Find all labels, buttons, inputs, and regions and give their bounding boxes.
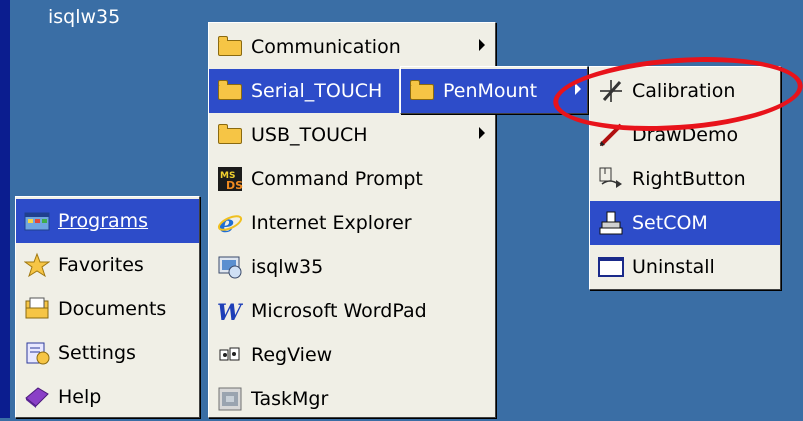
- penmount-item-label: Uninstall: [632, 256, 715, 278]
- programs-item-isqlw35[interactable]: isqlw35: [209, 245, 495, 289]
- folder-icon: [409, 78, 435, 104]
- start-item-programs[interactable]: Programs: [16, 199, 199, 243]
- programs-item-label: Serial_TOUCH: [251, 80, 383, 102]
- start-item-settings[interactable]: Settings: [16, 331, 199, 375]
- start-item-documents[interactable]: Documents: [16, 287, 199, 331]
- programs-item-serial-touch[interactable]: Serial_TOUCH: [209, 69, 399, 113]
- calibration-icon: [598, 78, 624, 104]
- taskmgr-icon: [217, 386, 243, 412]
- penmount-item-label: Calibration: [632, 80, 736, 102]
- command-prompt-icon: MS DS: [217, 166, 243, 192]
- taskbar-edge: [0, 0, 10, 418]
- documents-icon: [24, 296, 50, 322]
- folder-icon: [217, 122, 243, 148]
- submenu-arrow-icon: [479, 39, 485, 51]
- setcom-icon: [598, 210, 624, 236]
- uninstall-icon: [598, 254, 624, 280]
- desktop-icon-label[interactable]: isqlw35: [48, 6, 120, 28]
- penmount-item-label: DrawDemo: [632, 124, 739, 146]
- penmount-item-drawdemo[interactable]: DrawDemo: [590, 113, 780, 157]
- svg-text:W: W: [217, 300, 243, 324]
- start-item-favorites[interactable]: Favorites: [16, 243, 199, 287]
- programs-item-internet-explorer[interactable]: e Internet Explorer: [209, 201, 495, 245]
- penmount-item-rightbutton[interactable]: RightButton: [590, 157, 780, 201]
- start-menu: Programs Favorites Documents Settings He…: [15, 196, 200, 418]
- programs-item-label: RegView: [251, 344, 333, 366]
- start-item-label: Programs: [58, 210, 149, 232]
- programs-item-wordpad[interactable]: W Microsoft WordPad: [209, 289, 495, 333]
- start-item-label: Favorites: [58, 254, 144, 276]
- programs-item-label: USB_TOUCH: [251, 124, 368, 146]
- programs-item-regview[interactable]: RegView: [209, 333, 495, 377]
- programs-icon: [24, 208, 50, 234]
- programs-item-label: TaskMgr: [251, 388, 329, 410]
- programs-item-usb-touch[interactable]: USB_TOUCH: [209, 113, 495, 157]
- serial-item-penmount[interactable]: PenMount: [401, 69, 587, 113]
- serial-item-label: PenMount: [443, 80, 538, 102]
- pen-icon: [598, 122, 624, 148]
- programs-item-command-prompt[interactable]: MS DS Command Prompt: [209, 157, 495, 201]
- submenu-arrow-icon: [575, 83, 581, 95]
- serial-touch-menu: PenMount: [400, 66, 588, 114]
- penmount-item-label: RightButton: [632, 168, 746, 190]
- internet-explorer-icon: e: [217, 209, 243, 238]
- start-item-label: Settings: [58, 342, 136, 364]
- svg-text:DS: DS: [226, 179, 243, 192]
- programs-item-label: Internet Explorer: [251, 212, 412, 234]
- penmount-item-setcom[interactable]: SetCOM: [590, 201, 780, 245]
- help-icon: [24, 384, 50, 410]
- penmount-menu: Calibration DrawDemo RightButton SetCOM …: [589, 66, 781, 290]
- programs-item-label: Communication: [251, 36, 401, 58]
- folder-icon: [217, 34, 243, 60]
- penmount-item-label: SetCOM: [632, 212, 708, 234]
- wordpad-icon: W: [217, 298, 244, 326]
- regview-icon: [217, 342, 243, 368]
- programs-item-label: Command Prompt: [251, 168, 423, 190]
- programs-item-taskmgr[interactable]: TaskMgr: [209, 377, 495, 421]
- folder-icon: [217, 78, 243, 104]
- settings-icon: [24, 340, 50, 366]
- penmount-item-calibration[interactable]: Calibration: [590, 69, 780, 113]
- programs-item-communication[interactable]: Communication: [209, 25, 495, 69]
- isqlw35-icon: [217, 254, 243, 280]
- star-icon: [23, 252, 51, 278]
- right-button-icon: [598, 166, 624, 192]
- submenu-arrow-icon: [479, 127, 485, 139]
- start-item-help[interactable]: Help: [16, 375, 199, 419]
- start-item-label: Documents: [58, 298, 167, 320]
- programs-item-label: isqlw35: [251, 256, 324, 278]
- penmount-item-uninstall[interactable]: Uninstall: [590, 245, 780, 289]
- programs-item-label: Microsoft WordPad: [251, 300, 427, 322]
- start-item-label: Help: [58, 386, 102, 408]
